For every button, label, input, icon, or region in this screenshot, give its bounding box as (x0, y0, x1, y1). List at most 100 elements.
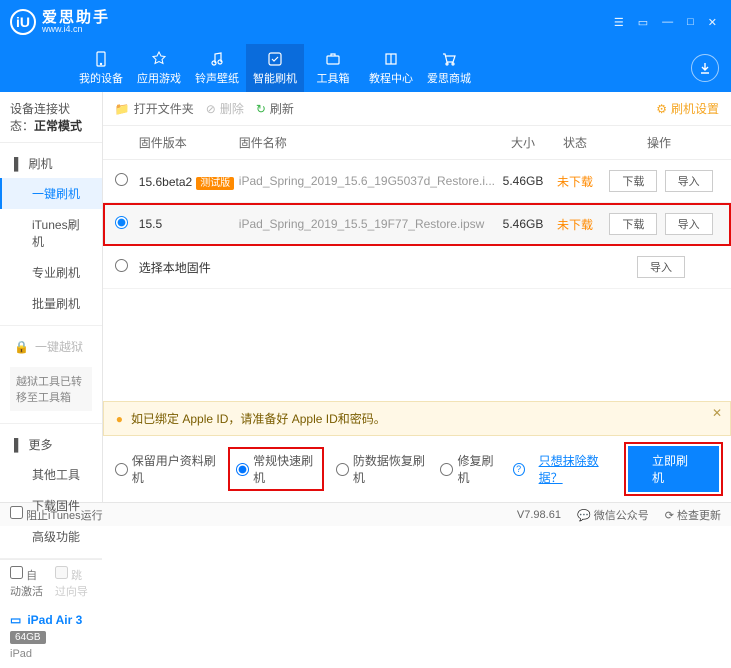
row-name: iPad_Spring_2019_15.6_19G5037d_Restore.i… (239, 174, 495, 188)
row-name: iPad_Spring_2019_15.5_19F77_Restore.ipsw (239, 217, 495, 231)
checkbox-label: 阻止iTunes运行 (26, 510, 103, 522)
link-label: 微信公众号 (594, 510, 649, 522)
banner-close-icon[interactable]: ✕ (712, 406, 722, 420)
firmware-row-selected[interactable]: 15.5 iPad_Spring_2019_15.5_19F77_Restore… (103, 203, 731, 246)
local-firmware-row[interactable]: 选择本地固件 导入 (103, 246, 731, 289)
sidebar-item-other-tools[interactable]: 其他工具 (0, 459, 102, 490)
import-button[interactable]: 导入 (665, 213, 713, 235)
header-state: 状态 (551, 134, 599, 151)
app-brand-name: 爱思助手 (42, 10, 110, 25)
device-type: iPad (10, 648, 92, 660)
firmware-row[interactable]: 15.6beta2测试版 iPad_Spring_2019_15.6_19G50… (103, 160, 731, 203)
info-icon[interactable]: ? (513, 463, 525, 476)
close-icon[interactable]: ✕ (704, 14, 721, 31)
refresh-button[interactable]: ↻ 刷新 (256, 100, 294, 117)
nav-store[interactable]: 爱思商城 (420, 44, 478, 92)
group-label: 刷机 (29, 155, 53, 172)
sidebar-group-flash[interactable]: ▌ 刷机 (0, 149, 102, 178)
btn-label: 刷新 (270, 100, 294, 117)
nav-apps[interactable]: 应用游戏 (130, 44, 188, 92)
nav-my-device[interactable]: 我的设备 (72, 44, 130, 92)
main-nav: 我的设备 应用游戏 铃声壁纸 智能刷机 工具箱 教程中心 爱思商城 (0, 44, 731, 92)
phone-icon: ▌ (14, 157, 23, 171)
appleid-warning-banner: ● 如已绑定 Apple ID，请准备好 Apple ID和密码。 ✕ (103, 401, 731, 436)
logo-icon: iU (10, 9, 36, 35)
option-label: 修复刷机 (457, 452, 498, 486)
option-antirecovery[interactable]: 防数据恢复刷机 (336, 452, 427, 486)
flash-settings-button[interactable]: ⚙刷机设置 (656, 100, 719, 117)
toolbox-icon (324, 50, 342, 68)
option-repair[interactable]: 修复刷机 (440, 452, 498, 486)
jailbreak-moved-note: 越狱工具已转移至工具箱 (10, 367, 92, 411)
sidebar-item-pro-flash[interactable]: 专业刷机 (0, 257, 102, 288)
sidebar-group-jailbreak[interactable]: 🔒 一键越狱 (0, 332, 102, 361)
banner-text: 如已绑定 Apple ID，请准备好 Apple ID和密码。 (131, 410, 386, 427)
open-folder-button[interactable]: 📁打开文件夹 (115, 100, 194, 117)
download-button[interactable]: 下载 (609, 213, 657, 235)
import-button[interactable]: 导入 (637, 256, 685, 278)
erase-only-link[interactable]: 只想抹除数据？ (539, 452, 614, 486)
warning-icon: ● (116, 412, 123, 426)
row-size: 5.46GB (495, 217, 551, 231)
nav-flash[interactable]: 智能刷机 (246, 44, 304, 92)
option-normal-flash[interactable]: 常规快速刷机 (230, 449, 322, 489)
minimize-icon[interactable]: — (658, 14, 677, 31)
download-button[interactable]: 下载 (609, 170, 657, 192)
header-name: 固件名称 (239, 134, 495, 151)
window-controls: ☰ ▭ — □ ✕ (610, 14, 721, 31)
connected-device-panel[interactable]: ▭ iPad Air 3 64GB iPad (0, 605, 102, 668)
device-status: 设备连接状态：正常模式 (0, 92, 102, 143)
group-label: 更多 (29, 436, 53, 453)
row-radio[interactable] (115, 173, 128, 186)
start-flash-button[interactable]: 立即刷机 (628, 446, 719, 492)
storage-badge: 64GB (10, 631, 46, 644)
download-manager-button[interactable] (691, 54, 719, 82)
nav-ringtones[interactable]: 铃声壁纸 (188, 44, 246, 92)
wechat-link[interactable]: 💬 微信公众号 (577, 507, 649, 523)
delete-button[interactable]: ⊘删除 (206, 100, 244, 117)
wechat-icon: 💬 (577, 510, 591, 522)
sidebar-item-itunes-flash[interactable]: iTunes刷机 (0, 209, 102, 257)
maximize-icon[interactable]: □ (683, 14, 698, 31)
option-keep-data[interactable]: 保留用户资料刷机 (115, 452, 216, 486)
check-update-link[interactable]: ⟳ 检查更新 (665, 507, 721, 523)
content-area: 📁打开文件夹 ⊘删除 ↻刷新 ⚙刷机设置 固件版本 固件名称 大小 状态 操作 … (103, 92, 731, 502)
import-button[interactable]: 导入 (665, 170, 713, 192)
music-icon (208, 50, 226, 68)
lock-icon[interactable]: ▭ (634, 14, 652, 31)
row-label: 选择本地固件 (139, 259, 317, 276)
menu-icon[interactable]: ☰ (610, 14, 628, 31)
nav-label: 铃声壁纸 (195, 70, 239, 86)
status-value: 正常模式 (34, 119, 82, 133)
nav-label: 爱思商城 (427, 70, 471, 86)
delete-icon: ⊘ (206, 102, 216, 116)
nav-toolbox[interactable]: 工具箱 (304, 44, 362, 92)
app-logo: iU 爱思助手 www.i4.cn (10, 9, 110, 35)
skip-wizard-checkbox[interactable]: 跳过向导 (55, 566, 92, 599)
table-header: 固件版本 固件名称 大小 状态 操作 (103, 126, 731, 160)
option-label: 保留用户资料刷机 (132, 452, 216, 486)
cart-icon (440, 50, 458, 68)
device-name: iPad Air 3 (27, 613, 82, 627)
row-radio[interactable] (115, 216, 128, 229)
sidebar-item-batch-flash[interactable]: 批量刷机 (0, 288, 102, 319)
header-version: 固件版本 (139, 134, 239, 151)
more-icon: ▌ (14, 438, 23, 452)
nav-tutorial[interactable]: 教程中心 (362, 44, 420, 92)
sidebar-group-more[interactable]: ▌ 更多 (0, 430, 102, 459)
auto-activate-checkbox[interactable]: 自动激活 (10, 566, 47, 599)
nav-label: 应用游戏 (137, 70, 181, 86)
option-label: 常规快速刷机 (253, 452, 316, 486)
block-itunes-checkbox[interactable]: 阻止iTunes运行 (10, 506, 103, 523)
gear-icon: ⚙ (656, 102, 667, 116)
update-icon: ⟳ (665, 510, 674, 522)
header-ops: 操作 (599, 134, 719, 151)
flash-options-bar: 保留用户资料刷机 常规快速刷机 防数据恢复刷机 修复刷机 ? 只想抹除数据？ 立… (103, 436, 731, 502)
row-size: 5.46GB (495, 174, 551, 188)
sidebar-item-oneclick-flash[interactable]: 一键刷机 (0, 178, 102, 209)
row-state: 未下载 (551, 216, 599, 233)
row-version: 15.6beta2 (139, 175, 192, 189)
row-radio[interactable] (115, 259, 128, 272)
header-size: 大小 (495, 134, 551, 151)
refresh-icon: ↻ (256, 102, 266, 116)
